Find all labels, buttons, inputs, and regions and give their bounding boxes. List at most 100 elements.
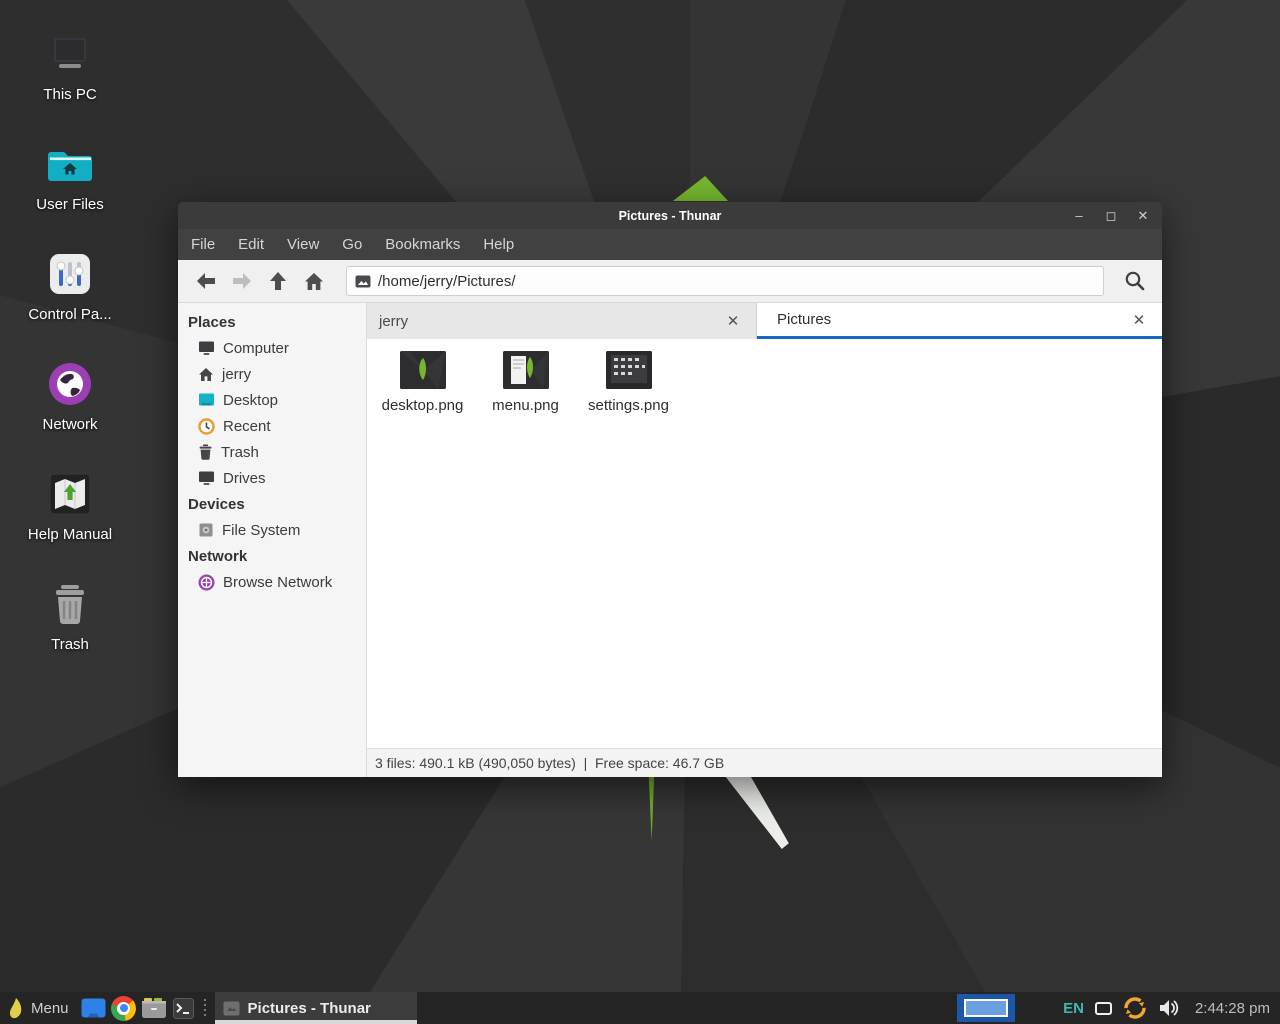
update-manager-icon[interactable] bbox=[1123, 996, 1147, 1020]
sidebar-item-drives[interactable]: Drives bbox=[178, 465, 366, 491]
thunar-task-icon bbox=[223, 1001, 240, 1016]
desktop-icon-label: This PC bbox=[18, 86, 122, 103]
places-sidebar: Places Computer jerry bbox=[178, 303, 367, 777]
back-arrow-icon bbox=[195, 272, 217, 290]
menu-button-label: Menu bbox=[31, 1000, 69, 1017]
file-name: menu.png bbox=[492, 397, 559, 414]
desktop-icon-network[interactable]: Network bbox=[18, 360, 122, 433]
desktop-icon-label: User Files bbox=[18, 196, 122, 213]
file-item-desktop-png[interactable]: desktop.png bbox=[375, 351, 470, 414]
menu-help[interactable]: Help bbox=[481, 233, 516, 256]
tab-label: jerry bbox=[379, 313, 722, 330]
network-globe-icon bbox=[18, 360, 122, 408]
file-item-menu-png[interactable]: menu.png bbox=[478, 351, 573, 414]
desktop-icon-user-files[interactable]: User Files bbox=[18, 140, 122, 213]
menu-view[interactable]: View bbox=[285, 233, 321, 256]
sidebar-item-browse-network[interactable]: Browse Network bbox=[178, 569, 366, 595]
desktop-icon-label: Control Pa... bbox=[18, 306, 122, 323]
tab-close-icon[interactable]: ✕ bbox=[1128, 311, 1150, 329]
wallpaper-logo-fragment bbox=[643, 777, 661, 841]
sidebar-item-label: Recent bbox=[223, 418, 271, 435]
desktop-icon-help-manual[interactable]: Help Manual bbox=[18, 470, 122, 543]
menu-bookmarks[interactable]: Bookmarks bbox=[383, 233, 462, 256]
home-icon bbox=[198, 367, 214, 382]
tab-pictures[interactable]: Pictures ✕ bbox=[757, 303, 1162, 339]
clock: 2:44:28 pm bbox=[1191, 1000, 1270, 1017]
file-manager-launcher[interactable] bbox=[139, 992, 169, 1024]
menu-button[interactable]: Menu bbox=[0, 992, 79, 1024]
sidebar-heading-network: Network bbox=[178, 543, 366, 569]
sidebar-item-file-system[interactable]: File System bbox=[178, 517, 366, 543]
tab-bar: jerry ✕ Pictures ✕ bbox=[367, 303, 1162, 339]
desktop-icon-control-panel[interactable]: Control Pa... bbox=[18, 250, 122, 323]
workspace-switcher[interactable] bbox=[957, 994, 1015, 1022]
taskbar-window-label: Pictures - Thunar bbox=[248, 1000, 371, 1017]
image-thumbnail bbox=[606, 351, 652, 389]
display-icon[interactable] bbox=[1095, 1002, 1112, 1015]
window-title: Pictures - Thunar bbox=[178, 209, 1162, 223]
taskbar-window-button[interactable]: Pictures - Thunar bbox=[215, 992, 417, 1024]
tab-close-icon[interactable]: ✕ bbox=[722, 312, 744, 330]
image-file-icon bbox=[355, 275, 371, 288]
image-thumbnail bbox=[400, 351, 446, 389]
file-name: settings.png bbox=[588, 397, 669, 414]
back-button[interactable] bbox=[188, 265, 224, 297]
wallpaper-logo-fragment bbox=[668, 176, 728, 201]
control-panel-icon bbox=[18, 250, 122, 298]
file-name: desktop.png bbox=[382, 397, 464, 414]
taskbar: Menu bbox=[0, 992, 1280, 1024]
mint-logo-icon bbox=[8, 997, 23, 1019]
sidebar-item-computer[interactable]: Computer bbox=[178, 335, 366, 361]
panel-drag-handle[interactable] bbox=[202, 999, 210, 1017]
sidebar-item-recent[interactable]: Recent bbox=[178, 413, 366, 439]
show-desktop-button[interactable] bbox=[79, 992, 109, 1024]
sidebar-item-label: Browse Network bbox=[223, 574, 332, 591]
window-titlebar[interactable]: Pictures - Thunar – ◻ ✕ bbox=[178, 202, 1162, 229]
search-icon bbox=[1124, 270, 1146, 292]
sidebar-item-label: File System bbox=[222, 522, 300, 539]
active-workspace[interactable] bbox=[964, 999, 1008, 1017]
show-desktop-icon bbox=[81, 998, 106, 1018]
home-button[interactable] bbox=[296, 265, 332, 297]
file-item-settings-png[interactable]: settings.png bbox=[581, 351, 676, 414]
sidebar-item-trash[interactable]: Trash bbox=[178, 439, 366, 465]
up-button[interactable] bbox=[260, 265, 296, 297]
terminal-icon bbox=[173, 998, 194, 1019]
forward-button[interactable] bbox=[224, 265, 260, 297]
close-button[interactable]: ✕ bbox=[1134, 208, 1152, 224]
sidebar-item-label: Desktop bbox=[223, 392, 278, 409]
desktop-icon-label: Network bbox=[18, 416, 122, 433]
keyboard-layout-indicator[interactable]: EN bbox=[1063, 1000, 1084, 1017]
terminal-launcher[interactable] bbox=[169, 992, 199, 1024]
desktop-icon-trash[interactable]: Trash bbox=[18, 580, 122, 653]
tab-label: Pictures bbox=[769, 311, 1128, 328]
menu-edit[interactable]: Edit bbox=[236, 233, 266, 256]
path-bar[interactable]: /home/jerry/Pictures/ bbox=[346, 266, 1104, 296]
trash-icon bbox=[18, 580, 122, 628]
maximize-button[interactable]: ◻ bbox=[1102, 208, 1120, 224]
drive-icon bbox=[198, 522, 214, 538]
status-bar: 3 files: 490.1 kB (490,050 bytes) | Free… bbox=[367, 748, 1162, 777]
desktop-wallpaper: This PC User Files bbox=[0, 0, 1280, 1024]
desktop-icon-this-pc[interactable]: This PC bbox=[18, 30, 122, 103]
file-list-pane[interactable]: desktop.png menu.png bbox=[367, 339, 1162, 748]
tab-jerry[interactable]: jerry ✕ bbox=[367, 303, 757, 339]
volume-icon[interactable] bbox=[1158, 998, 1180, 1018]
status-text: 3 files: 490.1 kB (490,050 bytes) | Free… bbox=[375, 755, 724, 771]
home-folder-icon bbox=[18, 140, 122, 188]
forward-arrow-icon bbox=[231, 272, 253, 290]
wallpaper-logo-fragment bbox=[723, 777, 793, 849]
thunar-window: Pictures - Thunar – ◻ ✕ File Edit View G… bbox=[178, 202, 1162, 777]
chrome-launcher[interactable] bbox=[109, 992, 139, 1024]
menu-go[interactable]: Go bbox=[340, 233, 364, 256]
up-arrow-icon bbox=[269, 271, 287, 291]
clock-icon bbox=[198, 418, 215, 435]
toolbar: /home/jerry/Pictures/ bbox=[178, 260, 1162, 303]
monitor-icon bbox=[198, 470, 215, 486]
menu-file[interactable]: File bbox=[189, 233, 217, 256]
minimize-button[interactable]: – bbox=[1070, 208, 1088, 223]
sidebar-item-label: jerry bbox=[222, 366, 251, 383]
sidebar-item-desktop[interactable]: Desktop bbox=[178, 387, 366, 413]
search-button[interactable] bbox=[1118, 265, 1152, 297]
sidebar-item-jerry[interactable]: jerry bbox=[178, 361, 366, 387]
